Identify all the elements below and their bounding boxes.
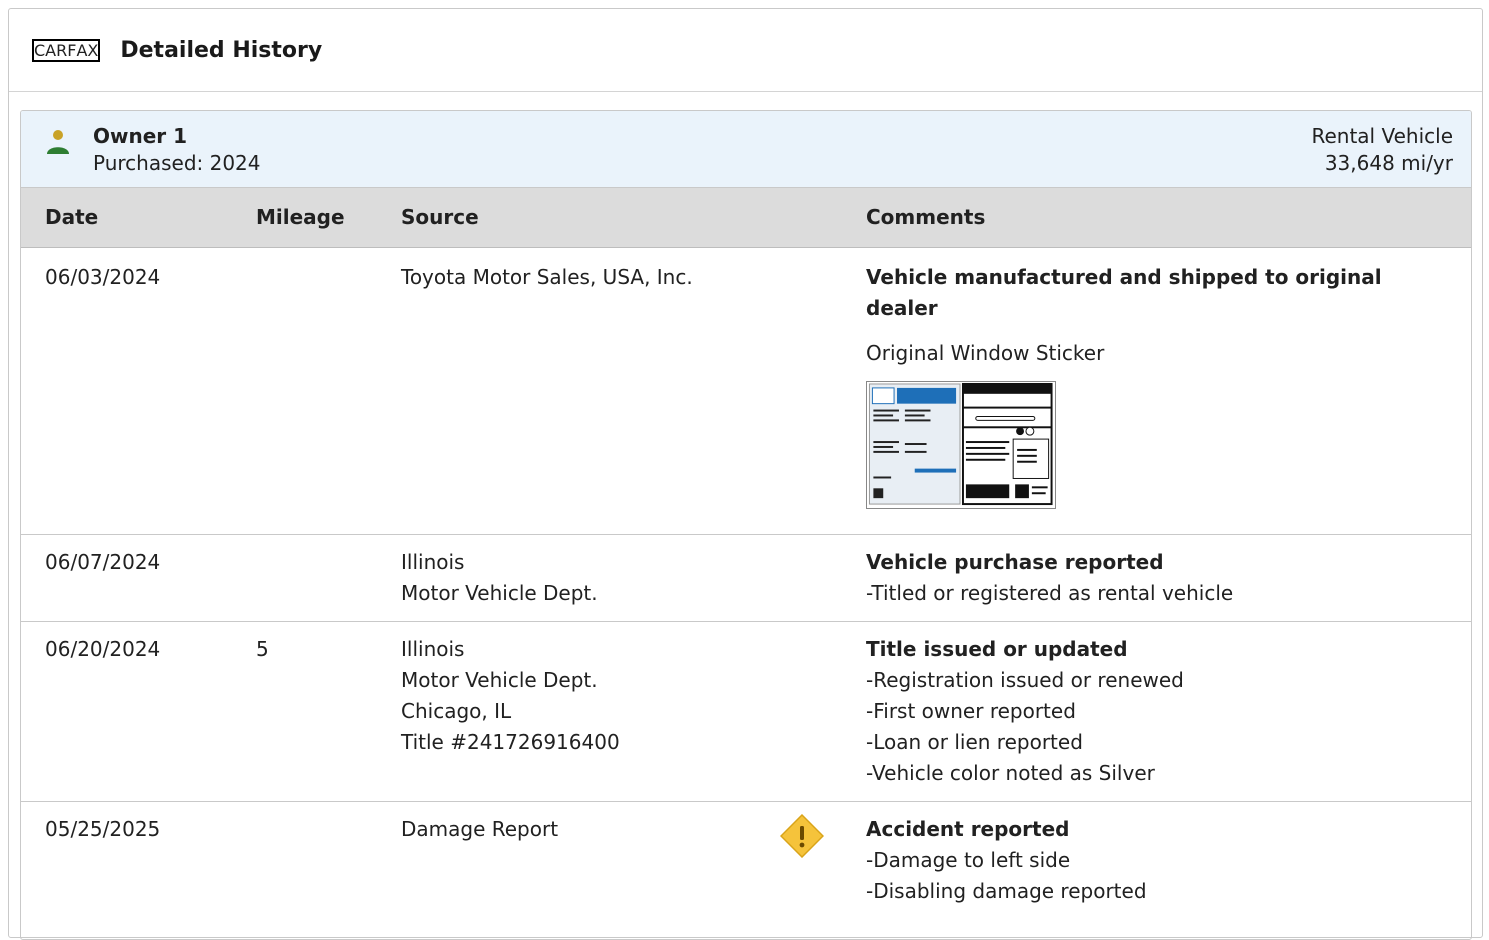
logo-letter: X [87, 40, 99, 60]
window-sticker-thumbnail[interactable] [866, 381, 1056, 509]
person-icon [47, 130, 69, 154]
warning-diamond-icon [780, 814, 824, 858]
comment-line: -Damage to left side [866, 848, 1071, 872]
comment-line: -Titled or registered as rental vehicle [866, 581, 1234, 605]
row-source: Damage Report [401, 814, 558, 845]
source-line: Title #241726916400 [401, 730, 620, 754]
row-date: 06/07/2024 [45, 550, 161, 574]
column-header-mileage: Mileage [256, 205, 345, 229]
report-panel: C A R F A X Detailed History Owner 1 Pur… [8, 8, 1483, 940]
row-comments: Title issued or updated -Registration is… [866, 634, 1426, 789]
comment-line: -First owner reported [866, 699, 1076, 723]
table-row: 06/07/2024 Illinois Motor Vehicle Dept. … [21, 535, 1471, 622]
row-comments: Vehicle manufactured and shipped to orig… [866, 262, 1426, 509]
owner-vehicle-type: Rental Vehicle [1311, 124, 1453, 148]
source-line: Motor Vehicle Dept. [401, 668, 598, 692]
owner-summary: Owner 1 Purchased: 2024 Rental Vehicle 3… [21, 111, 1471, 188]
column-header-comments: Comments [866, 205, 986, 229]
source-line: Motor Vehicle Dept. [401, 581, 598, 605]
report-header: C A R F A X Detailed History [9, 9, 1482, 92]
row-date: 06/20/2024 [45, 637, 161, 661]
comment-title: Title issued or updated [866, 637, 1128, 661]
row-date: 06/03/2024 [45, 265, 161, 289]
table-row: 05/25/2025 Damage Report Accident report… [21, 802, 1471, 939]
table-header: Date Mileage Source Comments [21, 188, 1471, 248]
row-source: Illinois Motor Vehicle Dept. [401, 547, 598, 609]
comment-line: -Loan or lien reported [866, 730, 1083, 754]
row-mileage: 5 [256, 637, 269, 661]
column-header-source: Source [401, 205, 479, 229]
window-sticker-link[interactable]: Original Window Sticker [866, 338, 1426, 369]
page-title: Detailed History [120, 37, 323, 63]
logo-letter: R [56, 40, 68, 60]
owner-name: Owner 1 [93, 124, 188, 148]
source-line: Chicago, IL [401, 699, 512, 723]
logo-letter: F [67, 40, 77, 60]
source-line: Illinois [401, 637, 465, 661]
comment-title: Accident reported [866, 817, 1070, 841]
row-source: Toyota Motor Sales, USA, Inc. [401, 262, 693, 293]
row-date: 05/25/2025 [45, 817, 161, 841]
owner-history-card: Owner 1 Purchased: 2024 Rental Vehicle 3… [20, 110, 1472, 940]
comment-title: Vehicle manufactured and shipped to orig… [866, 265, 1382, 320]
source-line: Illinois [401, 550, 465, 574]
owner-miles-per-year: 33,648 mi/yr [1324, 151, 1453, 175]
row-comments: Vehicle purchase reported -Titled or reg… [866, 547, 1426, 609]
column-header-date: Date [45, 205, 99, 229]
logo-letter: A [45, 40, 57, 60]
comment-title: Vehicle purchase reported [866, 550, 1164, 574]
comment-line: -Registration issued or renewed [866, 668, 1184, 692]
owner-purchased: Purchased: 2024 [93, 151, 261, 175]
table-row: 06/03/2024 Toyota Motor Sales, USA, Inc.… [21, 248, 1471, 535]
carfax-logo: C A R F A X [32, 38, 101, 62]
logo-letter: A [76, 40, 88, 60]
row-source: Illinois Motor Vehicle Dept. Chicago, IL… [401, 634, 620, 758]
comment-line: -Disabling damage reported [866, 879, 1147, 903]
source-line: Toyota Motor Sales, USA, Inc. [401, 265, 693, 289]
comment-line: -Vehicle color noted as Silver [866, 761, 1155, 785]
row-comments: Accident reported -Damage to left side -… [866, 814, 1426, 907]
table-row: 06/20/2024 5 Illinois Motor Vehicle Dept… [21, 622, 1471, 802]
logo-letter: C [34, 40, 46, 60]
source-line: Damage Report [401, 817, 559, 841]
